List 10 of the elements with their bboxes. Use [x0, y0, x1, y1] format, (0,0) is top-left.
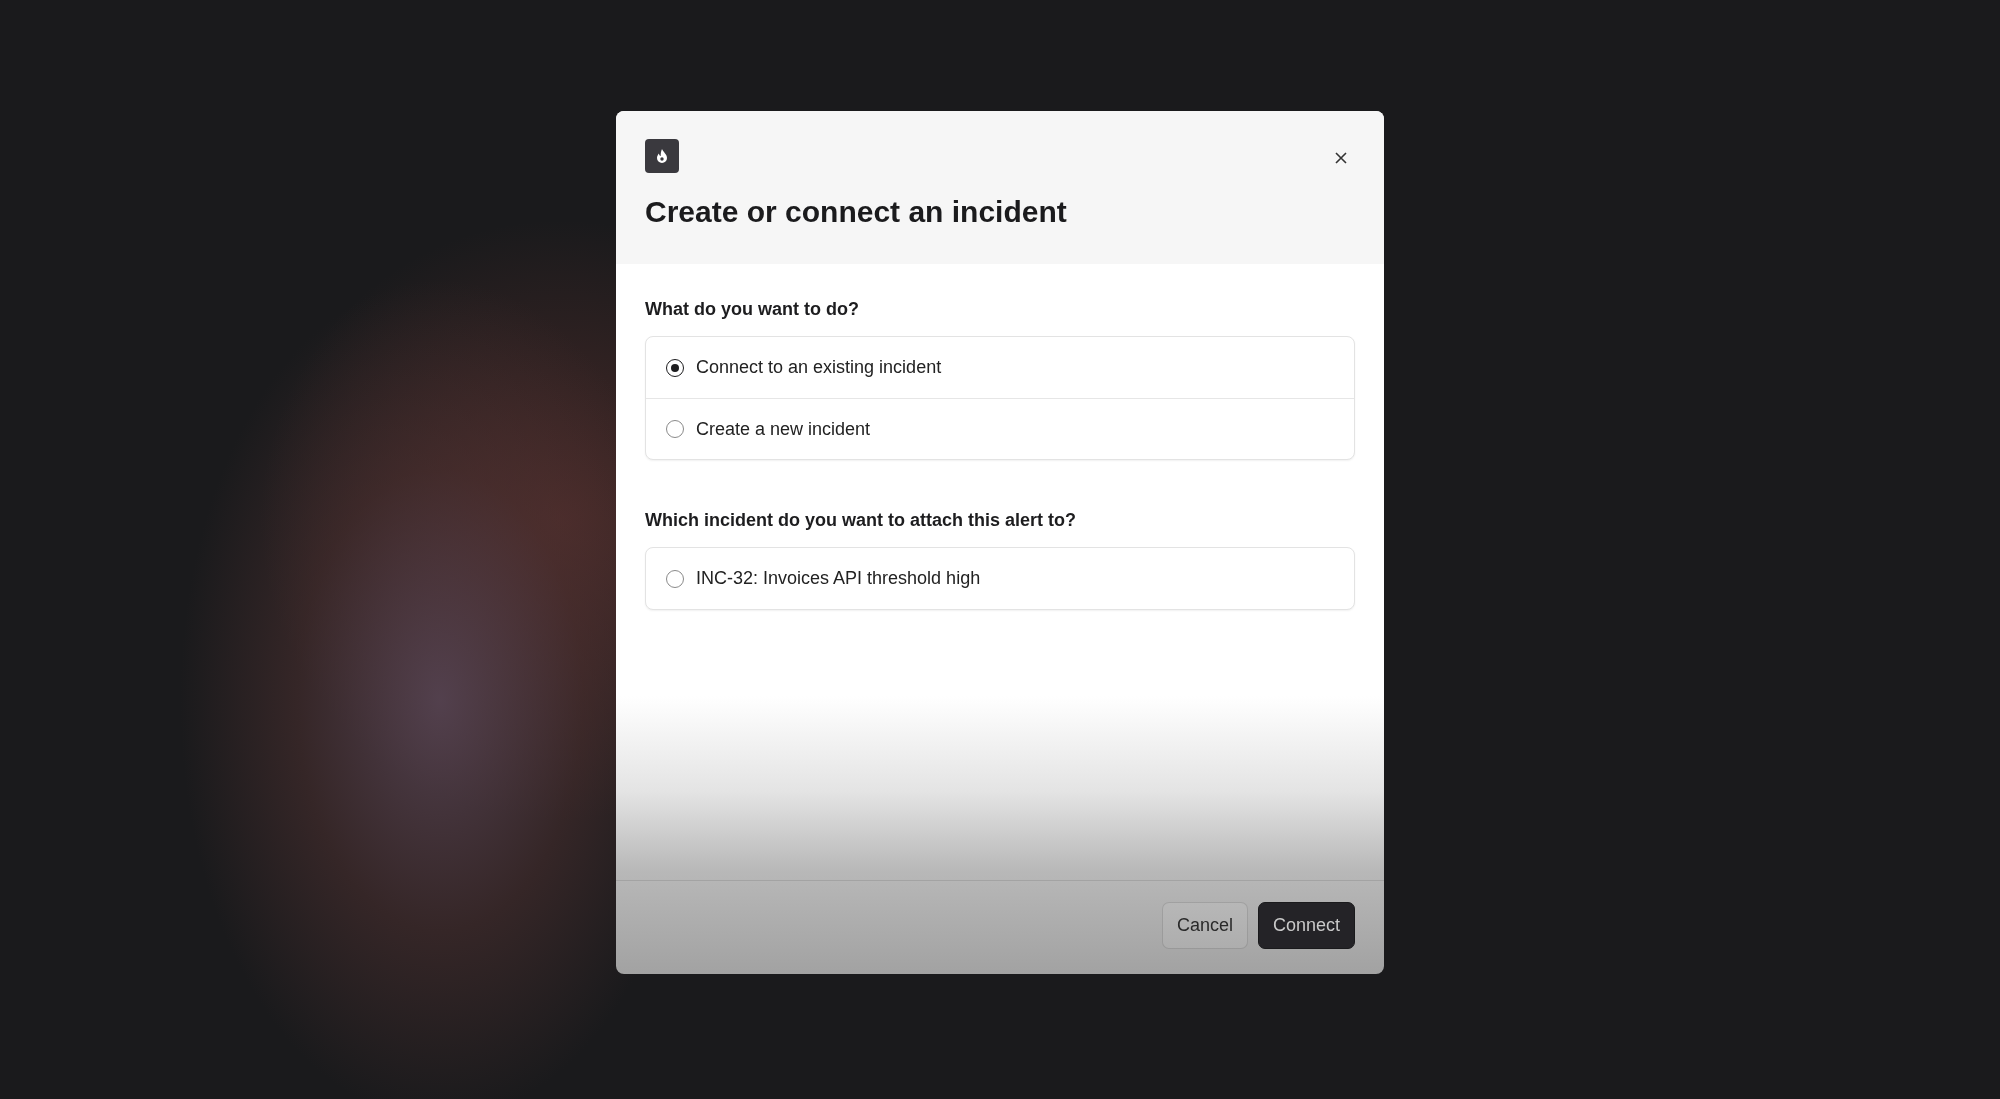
- option-label[interactable]: Connect to an existing incident: [696, 357, 942, 378]
- option-label[interactable]: Create a new incident: [696, 418, 871, 440]
- question-label: Which incident do you want to attach this alert to?: [645, 510, 1077, 531]
- cancel-button[interactable]: Cancel: [1161, 902, 1248, 949]
- connect-button[interactable]: Connect: [1257, 902, 1355, 949]
- flame-icon: [645, 139, 679, 173]
- close-icon[interactable]: [1333, 150, 1349, 166]
- question-label: What do you want to do?: [645, 299, 860, 320]
- option-label[interactable]: INC-32: Invoices API threshold high: [696, 568, 981, 589]
- dialog-title: Create or connect an incident: [645, 195, 1068, 229]
